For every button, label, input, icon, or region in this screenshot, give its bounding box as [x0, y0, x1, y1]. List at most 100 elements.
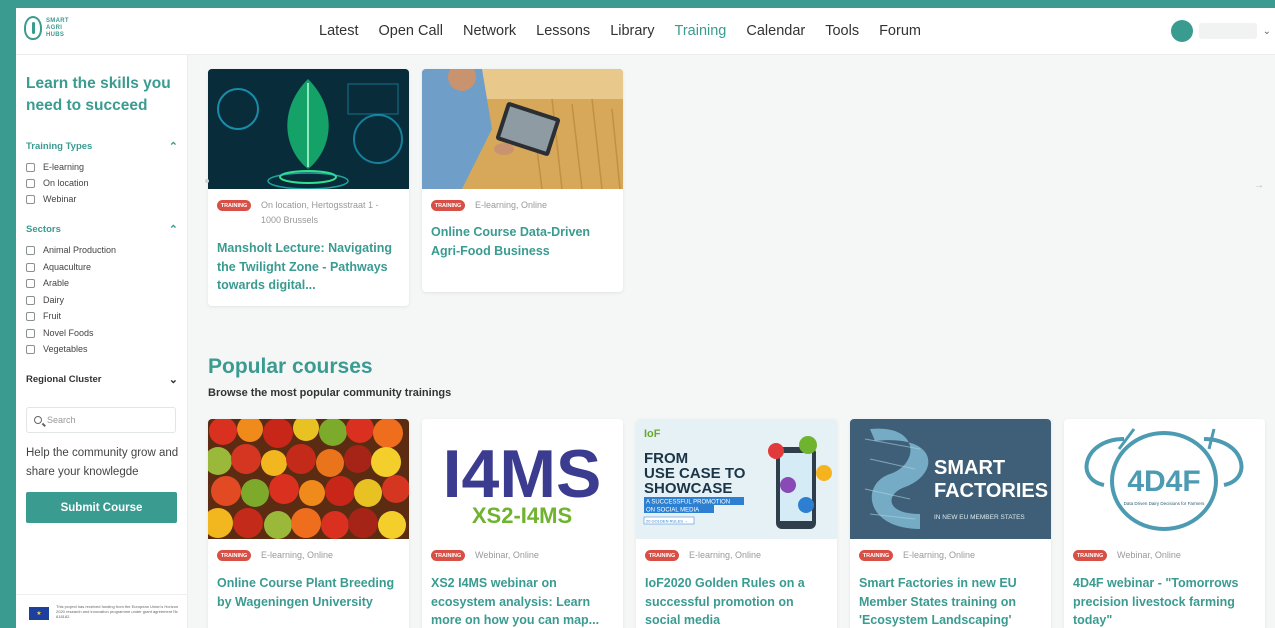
- chevron-up-icon[interactable]: ⌃: [169, 140, 178, 153]
- filter-webinar[interactable]: Webinar: [26, 194, 76, 204]
- card-meta: Webinar, Online: [1117, 550, 1181, 560]
- training-badge: TRAINING: [645, 550, 679, 561]
- popular-card-4d4f[interactable]: 4D4F Data Driven Dairy Decisions for Far…: [1064, 419, 1265, 628]
- checkbox[interactable]: [26, 278, 35, 288]
- card-image: 4D4F Data Driven Dairy Decisions for Far…: [1064, 419, 1265, 539]
- nav-calendar[interactable]: Calendar: [746, 23, 805, 39]
- filter-fruit[interactable]: Fruit: [26, 311, 61, 321]
- card-title[interactable]: XS2 I4MS webinar on ecosystem analysis: …: [431, 574, 615, 628]
- popular-card-xs2-i4ms[interactable]: I4MS XS2-I4MS TRAINING Webinar, Online X…: [422, 419, 623, 628]
- training-badge: TRAINING: [217, 550, 251, 561]
- card-meta: E-learning, Online: [261, 550, 334, 560]
- training-badge: TRAINING: [431, 200, 465, 211]
- featured-card-data-driven[interactable]: TRAINING E-learning, Online Online Cours…: [422, 69, 623, 292]
- checkbox[interactable]: [26, 328, 35, 338]
- checkbox[interactable]: [26, 194, 35, 204]
- popular-card-iof2020[interactable]: IoF FROM USE CASE TO SHOWCASE A SUCCESSF…: [636, 419, 837, 628]
- filter-on-location[interactable]: On location: [26, 178, 89, 188]
- filter-label: Fruit: [43, 311, 61, 321]
- filter-aquaculture[interactable]: Aquaculture: [26, 262, 91, 272]
- checkbox[interactable]: [26, 262, 35, 272]
- card-title[interactable]: Mansholt Lecture: Navigating the Twiligh…: [217, 239, 401, 295]
- nav-forum[interactable]: Forum: [879, 23, 921, 39]
- search-input[interactable]: Search: [26, 407, 176, 433]
- 4d4f-subtitle: Data Driven Dairy Decisions for Farmers: [1124, 501, 1206, 506]
- smart-factories-line-1: SMART: [934, 457, 1005, 479]
- filter-arable[interactable]: Arable: [26, 278, 69, 288]
- iof-heading-3: SHOWCASE: [644, 480, 732, 497]
- chevron-down-icon[interactable]: ⌄: [169, 373, 178, 386]
- filter-label: Novel Foods: [43, 328, 94, 338]
- i4ms-wordmark: I4MS: [443, 436, 602, 512]
- app-window: SMART AGRI HUBS Latest Open Call Network…: [16, 8, 1275, 628]
- xs2-i4ms-wordmark: XS2-I4MS: [472, 503, 572, 528]
- 4d4f-logo: 4D4F: [1127, 465, 1200, 498]
- top-navbar: SMART AGRI HUBS Latest Open Call Network…: [16, 8, 1275, 55]
- card-title[interactable]: 4D4F webinar - "Tomorrows precision live…: [1073, 574, 1257, 628]
- leaf-bulb-icon: [24, 16, 42, 40]
- featured-card-mansholt[interactable]: TRAINING On location, Hertogsstraat 1 - …: [208, 69, 409, 306]
- training-badge: TRAINING: [1073, 550, 1107, 561]
- filter-novel-foods[interactable]: Novel Foods: [26, 328, 94, 338]
- training-types-header[interactable]: Training Types ⌃: [26, 140, 178, 153]
- filter-sidebar: Learn the skills you need to succeed Tra…: [16, 55, 188, 628]
- sidebar-title: Learn the skills you need to succeed: [26, 75, 171, 114]
- filter-label: Vegetables: [43, 344, 88, 354]
- avatar[interactable]: [1170, 20, 1193, 42]
- submit-course-button[interactable]: Submit Course: [26, 492, 177, 523]
- user-name-placeholder: [1198, 23, 1257, 39]
- chevron-down-icon[interactable]: ⌄: [1263, 26, 1271, 37]
- card-title[interactable]: Online Course Data-Driven Agri-Food Busi…: [431, 223, 615, 260]
- smart-factories-line-2: FACTORIES: [934, 480, 1048, 502]
- carousel-next-arrow-icon[interactable]: →: [1254, 180, 1264, 191]
- iof-logo: IoF: [644, 428, 661, 440]
- checkbox[interactable]: [26, 311, 35, 321]
- eu-funding-footer: ★ This project has received funding from…: [16, 594, 187, 628]
- popular-courses-subtitle: Browse the most popular community traini…: [208, 387, 452, 399]
- smart-agri-hubs-logo[interactable]: SMART AGRI HUBS: [24, 16, 69, 40]
- sectors-header[interactable]: Sectors ⌃: [26, 223, 178, 236]
- card-image: I4MS XS2-I4MS: [422, 419, 623, 539]
- popular-card-smart-factories[interactable]: SMART FACTORIES IN NEW EU MEMBER STATES …: [850, 419, 1051, 628]
- checkbox[interactable]: [26, 295, 35, 305]
- smart-factories-line-3: IN NEW EU MEMBER STATES: [934, 514, 1025, 521]
- card-meta: On location, Hertogsstraat 1 - 1000 Brus…: [261, 200, 379, 225]
- iof-sub-1: A SUCCESSFUL PROMOTION: [646, 500, 730, 506]
- eu-funding-text: This project has received funding from t…: [56, 604, 179, 619]
- nav-lessons[interactable]: Lessons: [536, 23, 590, 39]
- checkbox[interactable]: [26, 178, 35, 188]
- checkbox[interactable]: [26, 344, 35, 354]
- main-nav: Latest Open Call Network Lessons Library…: [319, 8, 921, 54]
- user-menu[interactable]: ⌄: [1170, 20, 1271, 42]
- card-image: IoF FROM USE CASE TO SHOWCASE A SUCCESSF…: [636, 419, 837, 539]
- iof-sub-2: ON SOCIAL MEDIA: [646, 508, 699, 514]
- card-title[interactable]: IoF2020 Golden Rules on a successful pro…: [645, 574, 829, 628]
- card-title[interactable]: Online Course Plant Breeding by Wagening…: [217, 574, 401, 611]
- card-image: SMART FACTORIES IN NEW EU MEMBER STATES: [850, 419, 1051, 539]
- nav-library[interactable]: Library: [610, 23, 654, 39]
- filter-animal-production[interactable]: Animal Production: [26, 245, 116, 255]
- card-image: [422, 69, 623, 189]
- nav-training[interactable]: Training: [675, 23, 727, 39]
- carousel-dot[interactable]: [205, 179, 209, 183]
- nav-tools[interactable]: Tools: [825, 23, 859, 39]
- filter-label: Aquaculture: [43, 262, 92, 272]
- filter-label: Animal Production: [43, 245, 117, 255]
- sectors-label: Sectors: [26, 224, 61, 235]
- nav-open-call[interactable]: Open Call: [379, 23, 443, 39]
- filter-e-learning[interactable]: E-learning: [26, 162, 84, 172]
- popular-card-plant-breeding[interactable]: TRAINING E-learning, Online Online Cours…: [208, 419, 409, 628]
- card-title[interactable]: Smart Factories in new EU Member States …: [859, 574, 1043, 628]
- regional-cluster-header[interactable]: Regional Cluster ⌄: [26, 373, 178, 386]
- chevron-up-icon[interactable]: ⌃: [169, 223, 178, 236]
- filter-label: E-learning: [43, 162, 85, 172]
- training-types-label: Training Types: [26, 141, 93, 152]
- training-badge: TRAINING: [859, 550, 893, 561]
- checkbox[interactable]: [26, 162, 35, 172]
- help-text: Help the community grow and share your k…: [26, 447, 179, 478]
- filter-vegetables[interactable]: Vegetables: [26, 344, 88, 354]
- nav-network[interactable]: Network: [463, 23, 516, 39]
- filter-dairy[interactable]: Dairy: [26, 295, 64, 305]
- checkbox[interactable]: [26, 245, 35, 255]
- nav-latest[interactable]: Latest: [319, 23, 359, 39]
